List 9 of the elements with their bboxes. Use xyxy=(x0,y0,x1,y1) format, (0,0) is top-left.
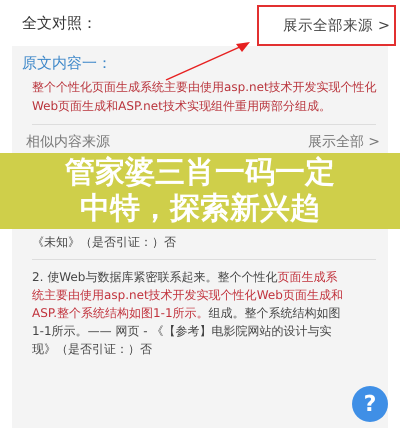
show-all-sources-link[interactable]: 展示全部来源 > xyxy=(257,4,396,46)
original-heading: 原文内容一： xyxy=(22,54,113,73)
similar-item-text: 《未知》（是否引证：）否 xyxy=(32,234,177,251)
section-title: 全文对照： xyxy=(22,14,97,32)
original-text: 整个个性化页面生成系统主要由使用asp.net技术开发实现个性化Web页面生成和ASP.net技术实现组件重用两部分组成。 xyxy=(32,79,378,115)
similar-heading: 相似内容来源 xyxy=(26,133,110,151)
banner-text: 管家婆三肖一码一定中特，探索新兴趋 xyxy=(64,155,336,227)
show-all-link[interactable]: 展示全部 > xyxy=(308,133,380,151)
similar-item-text: 2. 使Web与数据库紧密联系起来。整个个性化页面生成系统主要由使用asp.net技术开发实现个性化Web页面生成和ASP.整个系统结构如图1-1所示。组成。整个系统结构如图1-1所示。—— 网页 - 《【参考】电影院网站的设计与实现》（是否引证：）否 xyxy=(32,269,344,358)
